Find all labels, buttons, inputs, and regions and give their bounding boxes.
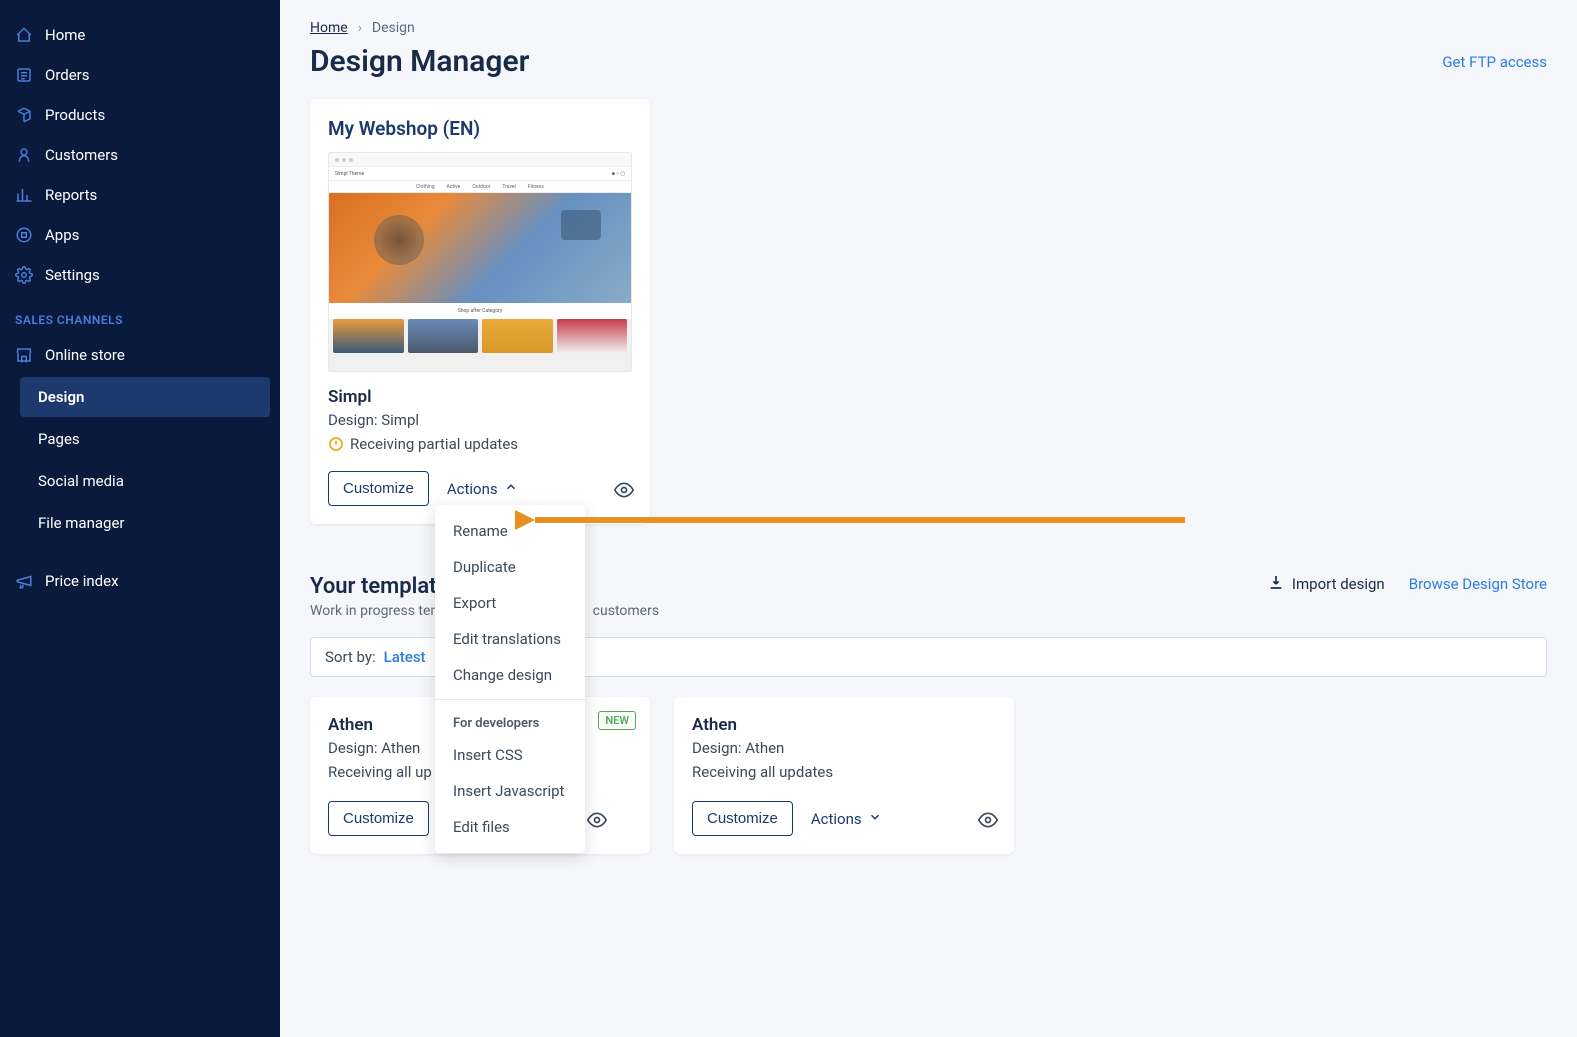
- sub-nav: Design Pages Social media File manager: [0, 377, 280, 543]
- customers-icon: [15, 146, 33, 164]
- section-sales-channels: SALES CHANNELS: [0, 295, 280, 335]
- active-design-card: My Webshop (EN) Simpl Theme■ ○ ▢ Clothin…: [310, 99, 650, 524]
- actions-dropdown-menu: Rename Duplicate Export Edit translation…: [435, 505, 585, 853]
- warning-icon: [328, 436, 344, 452]
- breadcrumb-home[interactable]: Home: [310, 20, 348, 36]
- customize-button[interactable]: Customize: [328, 471, 429, 506]
- customize-button[interactable]: Customize: [328, 801, 429, 836]
- dropdown-dev-header: For developers: [435, 706, 585, 737]
- action-change-design[interactable]: Change design: [435, 657, 585, 693]
- chevron-right-icon: ›: [358, 20, 362, 36]
- chevron-down-icon: [868, 810, 882, 828]
- nav-label: Products: [45, 106, 105, 124]
- template-card: Athen Design: Athen Receiving all update…: [674, 697, 1014, 854]
- action-rename[interactable]: Rename: [435, 513, 585, 549]
- nav-label: Online store: [45, 346, 125, 364]
- sidebar: Home Orders Products Customers Reports A…: [0, 0, 280, 1037]
- breadcrumb: Home › Design: [310, 20, 1547, 36]
- action-insert-js[interactable]: Insert Javascript: [435, 773, 585, 809]
- template-search-input[interactable]: [461, 637, 1547, 677]
- nav-products[interactable]: Products: [0, 95, 280, 135]
- nav-label: Customers: [45, 146, 118, 164]
- preview-icon[interactable]: [614, 480, 632, 498]
- nav-label: Settings: [45, 266, 100, 284]
- breadcrumb-current: Design: [372, 20, 415, 36]
- ftp-access-link[interactable]: Get FTP access: [1442, 53, 1547, 71]
- nav-label: Home: [45, 26, 85, 44]
- design-label: Design: Simpl: [328, 411, 632, 429]
- nav-orders[interactable]: Orders: [0, 55, 280, 95]
- theme-preview: Simpl Theme■ ○ ▢ ClothingActiveOutdoorTr…: [328, 152, 632, 372]
- import-design-button[interactable]: Import design: [1268, 574, 1385, 594]
- nav-label: Apps: [45, 226, 79, 244]
- nav-home[interactable]: Home: [0, 15, 280, 55]
- nav-price-index[interactable]: Price index: [0, 561, 280, 601]
- chevron-up-icon: [504, 480, 518, 498]
- subnav-social-media[interactable]: Social media: [20, 461, 270, 501]
- nav-reports[interactable]: Reports: [0, 175, 280, 215]
- nav-label: Reports: [45, 186, 97, 204]
- apps-icon: [15, 226, 33, 244]
- nav-customers[interactable]: Customers: [0, 135, 280, 175]
- home-icon: [15, 26, 33, 44]
- action-export[interactable]: Export: [435, 585, 585, 621]
- settings-icon: [15, 266, 33, 284]
- action-insert-css[interactable]: Insert CSS: [435, 737, 585, 773]
- new-badge: NEW: [598, 711, 636, 730]
- products-icon: [15, 106, 33, 124]
- webshop-title: My Webshop (EN): [328, 117, 632, 140]
- theme-name: Simpl: [328, 387, 632, 407]
- actions-dropdown-toggle[interactable]: Actions: [447, 480, 518, 498]
- preview-icon[interactable]: [978, 810, 996, 828]
- nav-settings[interactable]: Settings: [0, 255, 280, 295]
- action-edit-translations[interactable]: Edit translations: [435, 621, 585, 657]
- subnav-design[interactable]: Design: [20, 377, 270, 417]
- action-duplicate[interactable]: Duplicate: [435, 549, 585, 585]
- actions-dropdown-toggle[interactable]: Actions: [811, 810, 882, 828]
- browse-design-store-link[interactable]: Browse Design Store: [1409, 575, 1547, 593]
- sort-dropdown[interactable]: Sort by: Latest: [310, 637, 441, 677]
- template-status: Receiving all updates: [692, 763, 996, 781]
- megaphone-icon: [15, 572, 33, 590]
- subnav-file-manager[interactable]: File manager: [20, 503, 270, 543]
- main-content: Home › Design Design Manager Get FTP acc…: [280, 0, 1577, 1037]
- nav-label: Orders: [45, 66, 90, 84]
- action-edit-files[interactable]: Edit files: [435, 809, 585, 845]
- nav-online-store[interactable]: Online store: [0, 335, 280, 375]
- update-status: Receiving partial updates: [328, 435, 632, 453]
- store-icon: [15, 346, 33, 364]
- nav-label: Price index: [45, 572, 119, 590]
- subnav-pages[interactable]: Pages: [20, 419, 270, 459]
- template-design-label: Design: Athen: [692, 739, 996, 757]
- reports-icon: [15, 186, 33, 204]
- template-name: Athen: [692, 715, 996, 735]
- nav-apps[interactable]: Apps: [0, 215, 280, 255]
- orders-icon: [15, 66, 33, 84]
- download-icon: [1268, 574, 1284, 594]
- customize-button[interactable]: Customize: [692, 801, 793, 836]
- preview-icon[interactable]: [587, 810, 605, 828]
- page-title: Design Manager: [310, 44, 529, 79]
